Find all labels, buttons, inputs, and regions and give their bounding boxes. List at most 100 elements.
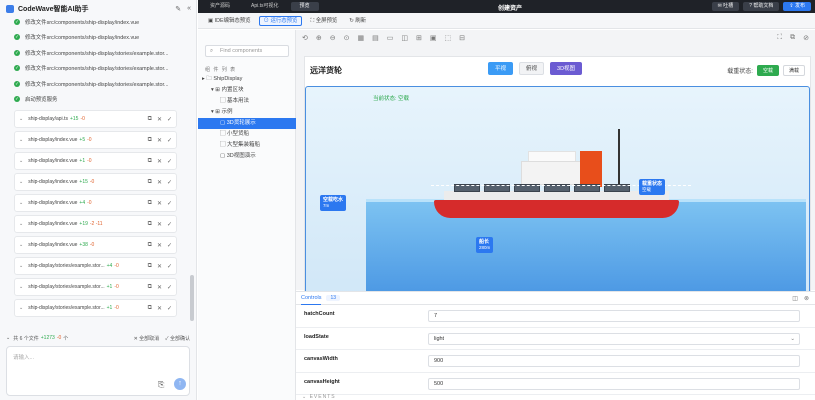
help-button[interactable]: ? 帮助文档: [743, 2, 780, 11]
tree-item[interactable]: ▢ 基本用法: [198, 96, 296, 107]
copy-icon[interactable]: ⧉: [148, 137, 152, 144]
tree-item[interactable]: ▢ 小型货船: [198, 129, 296, 140]
control-input[interactable]: 900: [428, 355, 800, 367]
fullscreen-icon[interactable]: ⛶: [777, 34, 782, 42]
accept-icon[interactable]: ✓: [167, 200, 172, 207]
chat-input[interactable]: 请输入... ⎘ ↑: [6, 346, 190, 396]
measure-icon[interactable]: ⊞: [416, 34, 422, 42]
reject-icon[interactable]: ✕: [157, 116, 162, 123]
ide-preview-button[interactable]: ▣ IDE编辑态预览: [204, 16, 255, 26]
accept-icon[interactable]: ✓: [167, 221, 172, 228]
reject-icon[interactable]: ✕: [157, 284, 162, 291]
zoom-reset-icon[interactable]: ⊙: [344, 34, 350, 42]
accept-icon[interactable]: ✓: [167, 158, 172, 165]
control-input[interactable]: light ⌄: [428, 332, 800, 345]
file-change-item[interactable]: ⌄ ship-display/stories/example.stor... +4-…: [14, 257, 177, 275]
confirm-all-button[interactable]: ✓ 全部确认: [165, 335, 190, 342]
file-change-item[interactable]: ⌄ ship-display/index.vue +5 -0 ⧉ ✕ ✓: [14, 131, 177, 149]
copy-icon[interactable]: ⧉: [148, 305, 152, 312]
scrollbar[interactable]: [190, 275, 194, 321]
reset-icon[interactable]: ⟲: [302, 34, 308, 42]
refresh-button[interactable]: ↻ 刷新: [345, 16, 370, 26]
reject-icon[interactable]: ✕: [157, 242, 162, 249]
copy-icon[interactable]: ⧉: [148, 242, 152, 249]
tree-item[interactable]: ▢ 大型集装箱船: [198, 140, 296, 151]
file-change-item[interactable]: ⌄ ship-display/api.ts +15 -0 ⧉ ✕ ✓: [14, 110, 177, 128]
reject-icon[interactable]: ✕: [157, 158, 162, 165]
tree-item[interactable]: ▾ ⊞ 示例: [198, 107, 296, 118]
tab-controls[interactable]: Controls: [301, 292, 322, 305]
outline-icon[interactable]: ⬚: [445, 34, 452, 42]
file-change-item[interactable]: ⌄ ship-display/stories/example.stor... +1-…: [14, 299, 177, 317]
chevron-down-icon[interactable]: ⌄: [19, 305, 23, 311]
reject-icon[interactable]: ✕: [157, 305, 162, 312]
reject-icon[interactable]: ✕: [157, 263, 162, 270]
reject-icon[interactable]: ✕: [157, 179, 162, 186]
file-change-item[interactable]: ⌄ ship-display/stories/example.stor... +1-…: [14, 278, 177, 296]
chevron-down-icon[interactable]: ⌄: [19, 221, 23, 227]
collapse-icon[interactable]: «: [187, 5, 191, 13]
tab-source[interactable]: 资产源码: [201, 2, 239, 11]
accept-icon[interactable]: ✓: [167, 179, 172, 186]
control-input[interactable]: 7: [428, 310, 800, 322]
open-new-icon[interactable]: ⧉: [790, 34, 795, 42]
chevron-down-icon[interactable]: ⌄: [19, 158, 23, 164]
link-icon[interactable]: ⊘: [803, 34, 809, 42]
file-change-item[interactable]: ⌄ ship-display/index.vue +38 -0 ⧉ ✕ ✓: [14, 236, 177, 254]
sidebar-icon[interactable]: ◫: [401, 34, 408, 42]
file-change-item[interactable]: ⌄ ship-display/index.vue +15 -0 ⧉ ✕ ✓: [14, 173, 177, 191]
control-input[interactable]: 500: [428, 377, 800, 390]
panel-close-icon[interactable]: ⊗: [804, 295, 809, 302]
chevron-down-icon[interactable]: ⌄: [19, 200, 23, 206]
reject-icon[interactable]: ✕: [157, 221, 162, 228]
new-chat-icon[interactable]: ✎: [175, 5, 181, 13]
copy-icon[interactable]: ⧉: [148, 158, 152, 165]
accept-icon[interactable]: ✓: [167, 284, 172, 291]
attach-icon[interactable]: ⎘: [158, 380, 164, 390]
events-section[interactable]: ⌄ EVENTS: [302, 394, 336, 400]
frame-icon[interactable]: ▭: [387, 34, 394, 42]
fullscreen-button[interactable]: ⛶ 全屏预览: [306, 16, 341, 26]
feedback-button[interactable]: ✉ 吐槽: [711, 2, 740, 11]
file-change-item[interactable]: ⌄ ship-display/index.vue +4 -0 ⧉ ✕ ✓: [14, 194, 177, 212]
accept-icon[interactable]: ✓: [167, 137, 172, 144]
accept-icon[interactable]: ✓: [167, 305, 172, 312]
zoom-out-icon[interactable]: ⊖: [330, 34, 336, 42]
runtime-preview-button[interactable]: ⊙ 运行态预览: [258, 15, 303, 26]
accept-icon[interactable]: ✓: [167, 242, 172, 249]
tree-item[interactable]: ▾ ⊞ 内置区块: [198, 85, 296, 96]
grid-icon[interactable]: ▦: [358, 34, 365, 42]
file-change-item[interactable]: ⌄ ship-display/index.vue +1 -0 ⧉ ✕ ✓: [14, 152, 177, 170]
tree-item[interactable]: ▢ 3D货轮展示: [198, 118, 296, 129]
view-3d-button[interactable]: 3D视图: [550, 62, 583, 75]
chevron-down-icon[interactable]: ⌄: [19, 263, 23, 269]
search-input[interactable]: ⌕ Find components: [205, 45, 289, 57]
file-change-item[interactable]: ⌄ ship-display/index.vue +19 -2 -11 ⧉ ✕ ✓: [14, 215, 177, 233]
zoom-in-icon[interactable]: ⊕: [316, 34, 322, 42]
chevron-down-icon[interactable]: ⌄: [19, 137, 23, 143]
chevron-down-icon[interactable]: ⌄: [19, 284, 23, 290]
accept-icon[interactable]: ✓: [167, 263, 172, 270]
view-top-button[interactable]: 俯视: [519, 62, 545, 75]
copy-icon[interactable]: ⧉: [148, 263, 152, 270]
reject-icon[interactable]: ✕: [157, 200, 162, 207]
chevron-down-icon[interactable]: ⌄: [6, 335, 10, 341]
tab-api[interactable]: Api.ts可视化: [242, 2, 288, 11]
copy-icon[interactable]: ⧉: [148, 116, 152, 123]
ruler-icon[interactable]: ⊟: [459, 34, 465, 42]
chevron-down-icon[interactable]: ⌄: [19, 116, 23, 122]
layout-icon[interactable]: ▤: [372, 34, 379, 42]
chevron-down-icon[interactable]: ⌄: [19, 179, 23, 185]
viewport-icon[interactable]: ▣: [430, 34, 437, 42]
accept-icon[interactable]: ✓: [167, 116, 172, 123]
publish-button[interactable]: ⇪ 发布: [783, 2, 811, 11]
tab-preview[interactable]: 预览: [290, 2, 319, 11]
send-button[interactable]: ↑: [174, 378, 186, 390]
empty-load-button[interactable]: 空载: [756, 65, 779, 76]
chevron-down-icon[interactable]: ⌄: [19, 242, 23, 248]
reject-icon[interactable]: ✕: [157, 137, 162, 144]
tree-item[interactable]: ▢ 3D视图演示: [198, 151, 296, 162]
cancel-all-button[interactable]: ✕ 全部取消: [134, 335, 160, 342]
copy-icon[interactable]: ⧉: [148, 221, 152, 228]
view-flat-button[interactable]: 平视: [488, 62, 514, 75]
